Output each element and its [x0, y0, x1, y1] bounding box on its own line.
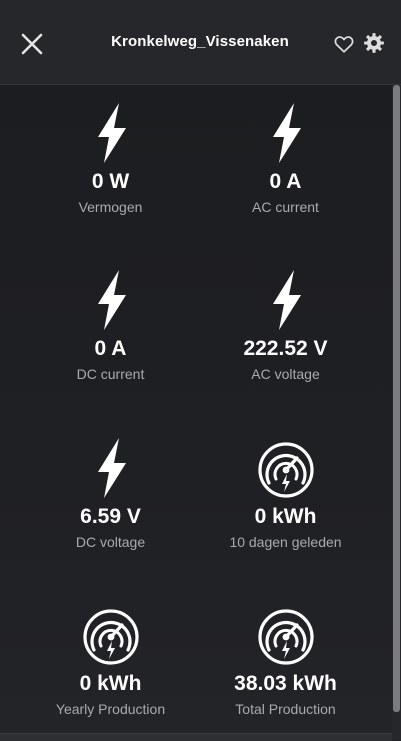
energy-meter-icon [258, 609, 314, 665]
device-title: Kronkelweg_Vissenaken [111, 33, 289, 50]
dc-current-value: 0 A [94, 337, 127, 360]
lightning-icon [98, 270, 126, 330]
tile-dc-current: 0 A DC current [23, 269, 198, 383]
scrollbar-thumb[interactable] [393, 85, 400, 712]
tile-ac-current: 0 A AC current [198, 102, 373, 216]
tile-10-days-ago: 0 kWh 10 dagen geleden [198, 437, 373, 551]
app-header: Kronkelweg_Vissenaken [0, 0, 401, 85]
tile-vermogen: 0 W Vermogen [23, 102, 198, 216]
dc-voltage-value: 6.59 V [80, 505, 141, 528]
tile-dc-voltage: 6.59 V DC voltage [23, 437, 198, 551]
vermogen-label: Vermogen [78, 199, 143, 215]
ac-voltage-value: 222.52 V [243, 337, 328, 360]
energy-meter-icon [258, 442, 314, 498]
close-button[interactable] [18, 30, 46, 58]
yearly-production-value: 0 kWh [79, 672, 142, 695]
scrollbar[interactable] [392, 85, 401, 740]
vermogen-value: 0 W [91, 170, 130, 193]
10-days-ago-label: 10 dagen geleden [229, 534, 342, 550]
tile-ac-voltage: 222.52 V AC voltage [198, 269, 373, 383]
ac-current-value: 0 A [269, 170, 302, 193]
ac-voltage-label: AC voltage [251, 366, 320, 382]
lightning-icon [98, 438, 126, 498]
heart-icon [334, 36, 354, 53]
yearly-production-label: Yearly Production [55, 701, 166, 717]
tile-yearly-production: 0 kWh Yearly Production [23, 604, 198, 718]
gear-icon [364, 33, 384, 53]
tile-total-production: 38.03 kWh Total Production [198, 604, 373, 718]
favorite-button[interactable] [333, 33, 355, 55]
lightning-icon [273, 103, 301, 163]
ac-current-label: AC current [252, 199, 319, 215]
lightning-icon [273, 270, 301, 330]
close-icon [21, 33, 43, 55]
settings-button[interactable] [363, 32, 385, 54]
capabilities-panel: 0 W Vermogen 0 A AC current 0 A DC curre… [0, 85, 392, 740]
dc-current-label: DC current [76, 366, 145, 382]
10-days-ago-value: 0 kWh [254, 505, 317, 528]
total-production-label: Total Production [235, 701, 336, 717]
lightning-icon [98, 103, 126, 163]
dc-voltage-label: DC voltage [75, 534, 146, 550]
total-production-value: 38.03 kWh [234, 672, 337, 695]
energy-meter-icon [83, 609, 139, 665]
